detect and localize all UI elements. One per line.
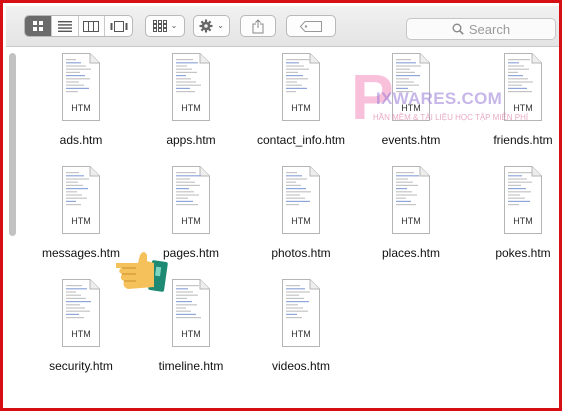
html-document-icon: HTM bbox=[392, 166, 430, 234]
grid-view-icon[interactable] bbox=[25, 16, 52, 36]
html-document-icon: HTM bbox=[282, 53, 320, 121]
share-icon bbox=[252, 18, 264, 33]
arrange-button[interactable]: ⌄ bbox=[145, 15, 185, 37]
file-name: apps.htm bbox=[166, 133, 216, 147]
file-item[interactable]: HTM timeline.htm bbox=[136, 279, 246, 379]
html-document-icon: HTM bbox=[504, 53, 542, 121]
file-name: events.htm bbox=[381, 133, 441, 147]
html-document-icon: HTM bbox=[172, 53, 210, 121]
file-type-label: HTM bbox=[181, 103, 201, 113]
html-document-icon: HTM bbox=[504, 166, 542, 234]
file-name: photos.htm bbox=[271, 246, 331, 260]
file-name: security.htm bbox=[49, 359, 113, 373]
pointing-hand-icon bbox=[116, 252, 168, 292]
action-button[interactable]: ⌄ bbox=[193, 15, 230, 37]
tag-button[interactable] bbox=[286, 15, 336, 37]
html-document-icon: HTM bbox=[62, 53, 100, 121]
file-type-label: HTM bbox=[513, 103, 533, 113]
file-type-label: HTM bbox=[291, 329, 311, 339]
file-type-label: HTM bbox=[401, 216, 421, 226]
file-type-label: HTM bbox=[291, 216, 311, 226]
file-name: ads.htm bbox=[59, 133, 103, 147]
file-item[interactable]: HTM security.htm bbox=[26, 279, 136, 379]
file-type-label: HTM bbox=[71, 216, 91, 226]
html-document-icon: HTM bbox=[282, 279, 320, 347]
html-document-icon: HTM bbox=[172, 166, 210, 234]
cover-flow-icon[interactable] bbox=[105, 16, 132, 36]
file-name: friends.htm bbox=[493, 133, 553, 147]
file-item[interactable]: HTM videos.htm bbox=[246, 279, 356, 379]
file-name: places.htm bbox=[381, 246, 441, 260]
file-type-label: HTM bbox=[71, 103, 91, 113]
screenshot-frame: ⌄ ⌄ Search HTM ads.htm HTM apps.htm HTM … bbox=[0, 0, 562, 411]
file-name: contact_info.htm bbox=[256, 133, 346, 147]
file-type-label: HTM bbox=[401, 103, 421, 113]
search-placeholder: Search bbox=[468, 21, 511, 37]
file-item[interactable]: HTM contact_info.htm bbox=[246, 53, 356, 153]
chevron-down-icon: ⌄ bbox=[217, 21, 224, 30]
share-button[interactable] bbox=[240, 15, 276, 37]
file-item[interactable]: HTM events.htm bbox=[356, 53, 466, 153]
gear-icon bbox=[199, 19, 213, 33]
file-item[interactable]: HTM photos.htm bbox=[246, 166, 356, 266]
file-item[interactable]: HTM pokes.htm bbox=[468, 166, 559, 266]
html-document-icon: HTM bbox=[282, 166, 320, 234]
file-type-label: HTM bbox=[71, 329, 91, 339]
scrollbar-thumb[interactable] bbox=[9, 53, 16, 236]
file-name: videos.htm bbox=[271, 359, 331, 373]
file-item[interactable]: HTM friends.htm bbox=[468, 53, 559, 153]
vertical-scrollbar[interactable] bbox=[8, 49, 17, 408]
file-type-label: HTM bbox=[291, 103, 311, 113]
file-name: timeline.htm bbox=[158, 359, 224, 373]
file-type-label: HTM bbox=[513, 216, 533, 226]
arrange-grid-icon bbox=[152, 20, 167, 32]
file-type-label: HTM bbox=[181, 216, 201, 226]
search-icon bbox=[452, 23, 464, 35]
list-view-icon[interactable] bbox=[52, 16, 79, 36]
file-item[interactable]: HTM apps.htm bbox=[136, 53, 246, 153]
column-view-icon[interactable] bbox=[79, 16, 106, 36]
chevron-down-icon: ⌄ bbox=[170, 21, 178, 30]
html-document-icon: HTM bbox=[62, 279, 100, 347]
file-name: pokes.htm bbox=[495, 246, 551, 260]
view-mode-segmented-control[interactable] bbox=[24, 15, 133, 37]
html-document-icon: HTM bbox=[62, 166, 100, 234]
file-type-label: HTM bbox=[181, 329, 201, 339]
finder-toolbar: ⌄ ⌄ Search bbox=[6, 6, 559, 47]
tag-icon bbox=[300, 20, 322, 32]
file-item[interactable]: HTM places.htm bbox=[356, 166, 466, 266]
file-grid: HTM ads.htm HTM apps.htm HTM contact_info.htm… bbox=[6, 47, 559, 408]
html-document-icon: HTM bbox=[172, 279, 210, 347]
search-field[interactable]: Search bbox=[406, 18, 556, 40]
file-item[interactable]: HTM ads.htm bbox=[26, 53, 136, 153]
html-document-icon: HTM bbox=[392, 53, 430, 121]
